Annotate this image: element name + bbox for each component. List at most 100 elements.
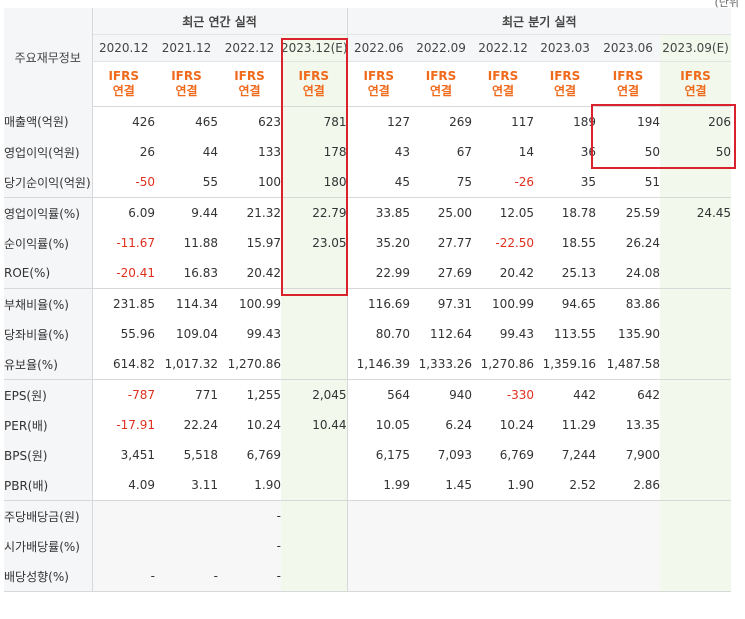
table-cell bbox=[660, 379, 732, 410]
table-cell: 1,270.86 bbox=[472, 349, 535, 380]
row-label: EPS(원) bbox=[4, 379, 93, 410]
table-row: ROE(%) -20.41 16.83 20.42 22.99 27.69 20.42 25.… bbox=[4, 258, 732, 289]
table-cell: 55 bbox=[155, 167, 218, 198]
row-label: PBR(배) bbox=[4, 470, 93, 501]
table-cell bbox=[660, 500, 732, 531]
consolidated-text: 연결 bbox=[492, 84, 515, 98]
table-cell: 771 bbox=[195, 388, 218, 402]
consolidated-text: 연결 bbox=[367, 84, 390, 98]
table-cell: 1.99 bbox=[347, 470, 411, 501]
period-header: 2023.09(E) bbox=[660, 34, 732, 62]
table-cell: 623 bbox=[258, 115, 281, 129]
table-cell bbox=[596, 561, 661, 592]
table-cell: 16.83 bbox=[155, 258, 218, 289]
ifrs-text: IFRS bbox=[680, 69, 711, 83]
period-header: 2022.06 bbox=[347, 34, 411, 62]
table-cell: 127 bbox=[387, 115, 411, 129]
table-cell bbox=[281, 349, 348, 380]
table-cell bbox=[155, 531, 218, 561]
consolidated-text: 연결 bbox=[554, 84, 577, 98]
table-cell: 1,146.39 bbox=[347, 349, 411, 380]
table-cell: 11.88 bbox=[183, 236, 218, 250]
table-cell: 15.97 bbox=[246, 236, 281, 250]
consolidated-text: 연결 bbox=[617, 84, 640, 98]
table-cell: 1,487.58 bbox=[596, 349, 661, 380]
table-cell: 231.85 bbox=[113, 297, 155, 311]
ifrs-text: IFRS bbox=[549, 69, 581, 83]
table-cell: 11.29 bbox=[561, 418, 597, 432]
table-row: 매출액(억원) 426 465 623 781 127 269 117 189 194 206 bbox=[4, 106, 732, 137]
period-header: 2023.06 bbox=[596, 34, 661, 62]
table-cell: 18.78 bbox=[561, 206, 597, 220]
table-cell: 97.31 bbox=[437, 297, 473, 311]
table-cell: 27.69 bbox=[410, 258, 473, 289]
table-cell: 3.11 bbox=[155, 470, 218, 501]
table-cell bbox=[92, 500, 155, 531]
table-cell: 20.42 bbox=[218, 258, 281, 289]
table-cell: 80.70 bbox=[375, 327, 411, 341]
table-cell: 27.77 bbox=[437, 236, 473, 250]
table-cell: 35 bbox=[534, 167, 597, 198]
annual-performance-header: 최근 연간 실적 bbox=[92, 8, 348, 35]
consolidated-text: 연결 bbox=[684, 84, 707, 98]
table-row: 당좌비율(%) 55.96 109.04 99.43 80.70 112.64 99.43 1… bbox=[4, 319, 732, 349]
table-cell bbox=[281, 500, 348, 531]
table-cell bbox=[472, 561, 535, 592]
ifrs-text: IFRS bbox=[612, 69, 644, 83]
table-cell: 6,769 bbox=[499, 448, 535, 462]
table-cell: 113.55 bbox=[554, 327, 597, 341]
ifrs-consolidated-label: IFRS 연결 bbox=[218, 61, 281, 107]
period-header: 2022.09 bbox=[410, 34, 473, 62]
table-cell: 13.35 bbox=[625, 418, 661, 432]
row-label: ROE(%) bbox=[4, 258, 93, 289]
table-cell: 35.20 bbox=[375, 236, 411, 250]
table-cell: 465 bbox=[195, 115, 218, 129]
table-cell: 12.05 bbox=[499, 206, 535, 220]
table-cell bbox=[281, 440, 348, 470]
table-cell: 781 bbox=[281, 106, 348, 137]
table-cell bbox=[660, 167, 732, 198]
table-cell: 5,518 bbox=[183, 448, 218, 462]
table-cell: 112.64 bbox=[430, 327, 473, 341]
table-cell: 1,359.16 bbox=[534, 349, 597, 380]
table-cell: 43 bbox=[394, 145, 411, 159]
table-cell: 9.44 bbox=[191, 206, 218, 220]
row-label: 당기순이익(억원) bbox=[4, 167, 93, 198]
table-cell bbox=[347, 531, 411, 561]
table-cell: -20.41 bbox=[92, 258, 155, 289]
table-cell: 189 bbox=[573, 115, 597, 129]
table-row: PER(배) -17.91 22.24 10.24 10.44 10.05 6.24 10.2… bbox=[4, 410, 732, 440]
table-cell: 135.90 bbox=[618, 327, 661, 341]
table-cell bbox=[660, 288, 732, 319]
table-row: 배당성향(%) - - - bbox=[4, 561, 732, 592]
table-cell bbox=[281, 531, 348, 561]
ifrs-text: IFRS bbox=[108, 69, 140, 83]
table-cell: 50 bbox=[644, 145, 661, 159]
table-row: BPS(원) 3,451 5,518 6,769 6,175 7,093 6,769 7,24… bbox=[4, 440, 732, 470]
table-cell: 94.65 bbox=[561, 297, 597, 311]
period-header: 2021.12 bbox=[155, 34, 218, 62]
consolidated-text: 연결 bbox=[430, 84, 453, 98]
table-cell: 21.32 bbox=[246, 206, 281, 220]
table-cell: 20.42 bbox=[472, 258, 535, 289]
table-cell: - bbox=[218, 500, 281, 531]
row-label: 유보율(%) bbox=[4, 349, 93, 380]
table-cell: 83.86 bbox=[625, 297, 661, 311]
table-row: EPS(원) -787 771 1,255 2,045 564 940 -330 442 642 bbox=[4, 379, 732, 410]
row-label: 부채비율(%) bbox=[4, 288, 93, 319]
ifrs-consolidated-label: IFRS 연결 bbox=[660, 61, 732, 107]
table-row: 당기순이익(억원) -50 55 100 180 45 75 -26 35 51 bbox=[4, 167, 732, 198]
row-label: 영업이익률(%) bbox=[4, 197, 93, 228]
table-cell bbox=[660, 440, 732, 470]
financial-table: 주요재무정보 최근 연간 실적 최근 분기 실적 2020.12 2021.12 2… bbox=[4, 8, 732, 592]
table-cell bbox=[281, 288, 348, 319]
table-cell: -26 bbox=[472, 167, 535, 198]
table-cell bbox=[660, 319, 732, 349]
table-cell: 426 bbox=[132, 115, 155, 129]
table-cell bbox=[472, 500, 535, 531]
table-cell: 2,045 bbox=[281, 379, 348, 410]
table-cell bbox=[472, 531, 535, 561]
table-cell: 2.52 bbox=[534, 470, 597, 501]
period-header: 2022.12 bbox=[218, 34, 281, 62]
table-row: 영업이익률(%) 6.09 9.44 21.32 22.79 33.85 25.00 12.0… bbox=[4, 197, 732, 228]
